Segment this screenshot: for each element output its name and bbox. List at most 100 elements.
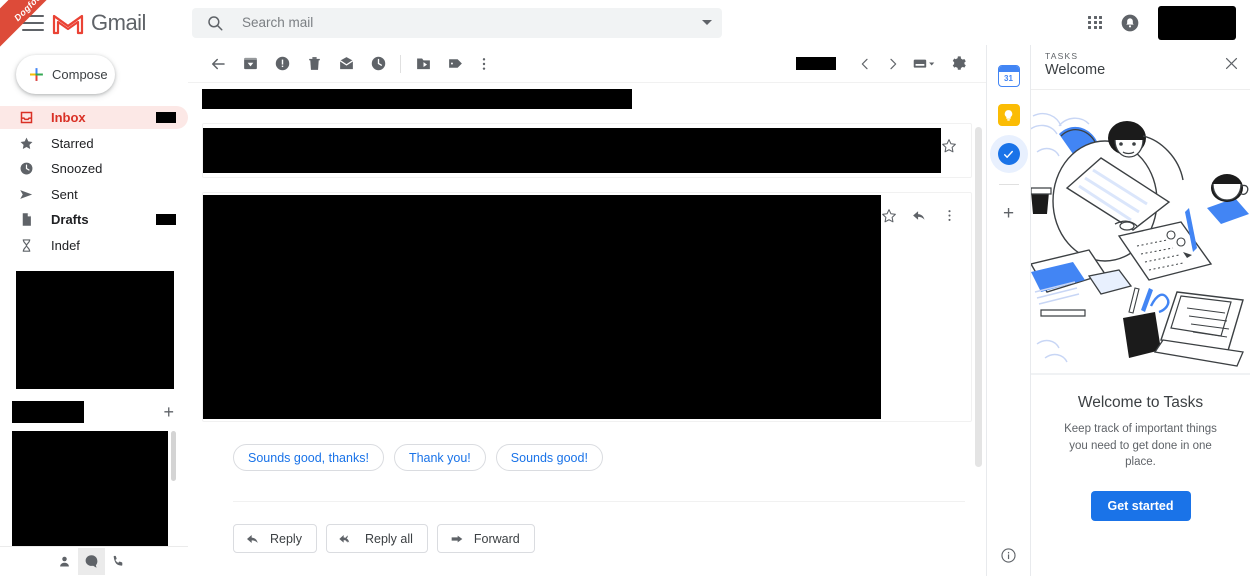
sidebar-item-inbox[interactable]: Inbox	[0, 106, 188, 129]
sidebar-item-label: Drafts	[51, 212, 89, 227]
sidebar-item-sent[interactable]: Sent	[0, 183, 188, 206]
message-expanded[interactable]	[202, 192, 972, 422]
search-options-chevron-down-icon[interactable]	[702, 20, 712, 25]
draft-icon	[18, 212, 35, 227]
more-options-icon[interactable]	[942, 208, 957, 223]
forward-icon	[449, 531, 465, 547]
brand-label: Gmail	[91, 10, 146, 36]
app-header: Gmail	[0, 0, 1250, 45]
keep-app-icon[interactable]	[998, 104, 1020, 126]
message-count-redacted	[796, 57, 836, 70]
chat-scrollbar[interactable]	[171, 431, 176, 481]
search-bar[interactable]	[192, 8, 722, 38]
sidebar-item-label: Snoozed	[51, 161, 102, 176]
chat-bubble-icon[interactable]	[78, 548, 105, 575]
older-message-icon[interactable]	[880, 48, 906, 80]
phone-icon[interactable]	[105, 548, 132, 575]
plus-icon	[28, 66, 45, 83]
sidebar-item-label: Indef	[51, 238, 80, 253]
smart-reply-chip[interactable]: Thank you!	[394, 444, 486, 471]
search-input[interactable]	[242, 15, 702, 30]
apps-grid-icon[interactable]	[1088, 16, 1102, 30]
calendar-app-icon[interactable]: 31	[998, 65, 1020, 87]
label-name-redacted	[12, 401, 84, 423]
message-actions	[941, 124, 971, 154]
message-pane: Sounds good, thanks! Thank you! Sounds g…	[188, 45, 986, 576]
get-started-button[interactable]: Get started	[1091, 491, 1191, 521]
tasks-welcome-heading: Welcome to Tasks	[1078, 394, 1203, 412]
gear-icon[interactable]	[942, 48, 974, 80]
smart-reply-chip[interactable]: Sounds good!	[496, 444, 603, 471]
send-icon	[18, 187, 35, 202]
reply-button[interactable]: Reply	[233, 524, 317, 553]
tasks-side-panel: Tasks Welcome	[1030, 45, 1250, 576]
account-avatar-redacted[interactable]	[1158, 6, 1236, 40]
toolbar-right-group	[796, 48, 974, 80]
delete-icon[interactable]	[298, 48, 330, 80]
add-app-plus-icon[interactable]: +	[1003, 204, 1014, 223]
message-toolbar	[188, 45, 986, 83]
reply-all-button[interactable]: Reply all	[326, 524, 428, 553]
labels-icon[interactable]	[439, 48, 471, 80]
compose-button[interactable]: Compose	[16, 55, 115, 94]
reply-actions: Reply Reply all Forward	[233, 501, 965, 553]
app-body: Compose Inbox Starred	[0, 45, 1250, 576]
hourglass-icon	[18, 238, 35, 253]
message-collapsed[interactable]	[202, 123, 972, 178]
subject-line-redacted	[202, 89, 632, 109]
sidebar-nav-list: Inbox Starred Snoozed	[0, 106, 188, 259]
calendar-header-bar	[999, 66, 1019, 72]
sidebar-item-snoozed[interactable]: Snoozed	[0, 157, 188, 180]
star-icon[interactable]	[881, 208, 897, 224]
close-icon[interactable]	[1223, 51, 1240, 72]
contacts-icon[interactable]	[51, 548, 78, 575]
sidebar-labels-redacted	[16, 271, 174, 389]
tasks-header-titles: Tasks Welcome	[1045, 51, 1105, 78]
tasks-glyph	[998, 143, 1020, 165]
message-pane-scrollbar[interactable]	[975, 127, 982, 467]
tasks-welcome-content: Welcome to Tasks Keep track of important…	[1031, 90, 1250, 576]
compose-label: Compose	[52, 67, 108, 82]
mark-unread-icon[interactable]	[330, 48, 362, 80]
message-actions	[881, 193, 971, 224]
reply-icon[interactable]	[911, 207, 928, 224]
gmail-logo[interactable]: Gmail	[52, 10, 182, 36]
move-to-icon[interactable]	[407, 48, 439, 80]
snooze-icon[interactable]	[362, 48, 394, 80]
tasks-eyebrow-label: Tasks	[1045, 51, 1105, 61]
tasks-app-icon[interactable]	[998, 143, 1020, 165]
drafts-count-redacted	[156, 214, 176, 225]
sidebar-item-drafts[interactable]: Drafts	[0, 208, 188, 231]
sidebar-item-indef[interactable]: Indef	[0, 234, 188, 257]
reply-all-label: Reply all	[365, 532, 413, 546]
reply-label: Reply	[270, 532, 302, 546]
conversation-thread: Sounds good, thanks! Thank you! Sounds g…	[188, 83, 986, 576]
display-density-icon[interactable]	[908, 48, 940, 80]
sidebar-item-starred[interactable]: Starred	[0, 132, 188, 155]
more-options-icon[interactable]	[471, 48, 497, 80]
bell-icon[interactable]	[1120, 13, 1140, 33]
smart-reply-chip[interactable]: Sounds good, thanks!	[233, 444, 384, 471]
star-icon[interactable]	[941, 138, 957, 154]
reply-all-icon	[338, 531, 356, 547]
forward-button[interactable]: Forward	[437, 524, 535, 553]
inbox-count-redacted	[156, 112, 176, 123]
add-label-plus-icon[interactable]: +	[163, 403, 174, 421]
toolbar-divider	[400, 55, 401, 73]
star-icon	[18, 136, 35, 151]
archive-icon[interactable]	[234, 48, 266, 80]
hangouts-chat-panel-redacted[interactable]	[12, 431, 168, 558]
tasks-welcome-subtitle: Keep track of important things you need …	[1057, 421, 1225, 471]
newer-message-icon[interactable]	[852, 48, 878, 80]
sidebar-item-label: Sent	[51, 187, 78, 202]
strip-divider	[999, 184, 1019, 185]
message-content-redacted	[203, 128, 941, 173]
message-body-redacted	[203, 195, 881, 419]
sidebar-label-row: +	[12, 401, 174, 423]
calendar-day-label: 31	[1004, 74, 1013, 83]
report-spam-icon[interactable]	[266, 48, 298, 80]
back-arrow-icon[interactable]	[202, 48, 234, 80]
smart-reply-chips: Sounds good, thanks! Thank you! Sounds g…	[233, 444, 972, 471]
sidebar-item-label: Starred	[51, 136, 94, 151]
info-icon[interactable]	[1000, 547, 1017, 564]
